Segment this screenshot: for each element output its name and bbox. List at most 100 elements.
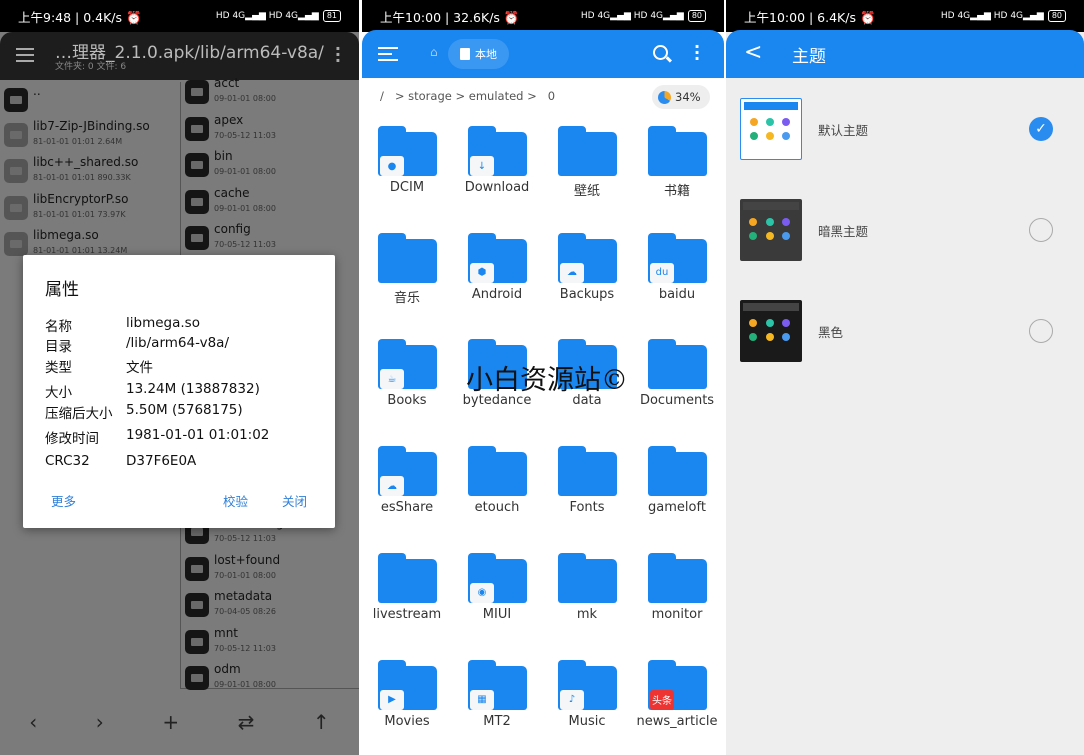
theme-option[interactable]: 黑色 xyxy=(726,292,1084,372)
list-item[interactable]: apex 70-05-12 11:03 xyxy=(181,111,359,147)
menu-icon[interactable] xyxy=(16,48,34,62)
menu-icon[interactable] xyxy=(378,47,398,61)
folder-item[interactable]: monitor xyxy=(632,551,722,651)
folder-item[interactable]: ⬢ Android xyxy=(452,231,542,331)
list-item[interactable]: lost+found 70-01-01 08:00 xyxy=(181,551,359,587)
list-item[interactable]: config 70-05-12 11:03 xyxy=(181,220,359,256)
item-meta: 70-04-05 08:26 xyxy=(214,607,276,617)
folder-item[interactable]: livestream xyxy=(362,551,452,651)
folder-body xyxy=(378,558,437,603)
bottom-nav: ‹ › + ⇄ ↑ xyxy=(0,689,359,755)
pie-icon xyxy=(658,90,671,104)
folder-item[interactable]: du baidu xyxy=(632,231,722,331)
folder-item[interactable]: Documents xyxy=(632,337,722,437)
breadcrumb[interactable]: / > storage > emulated > 0 xyxy=(380,89,555,103)
property-label: 类型 xyxy=(45,360,72,376)
theme-preview xyxy=(740,199,802,261)
storage-usage-badge[interactable]: 34% xyxy=(652,85,710,109)
folder-item[interactable]: ☁ esShare xyxy=(362,444,452,544)
item-name: bin xyxy=(214,149,233,164)
item-meta: 70-01-01 08:00 xyxy=(214,570,276,580)
folder-item[interactable]: ▦ MT2 xyxy=(452,658,542,755)
item-name: metadata xyxy=(214,589,273,604)
list-item[interactable]: mnt 70-05-12 11:03 xyxy=(181,624,359,660)
archive-viewer-panel: 上午9:48 | 0.4K/s ⏰ HD 4G▂▄▆ HD 4G▂▄▆ 81 …理… xyxy=(0,0,359,755)
folder-body xyxy=(648,132,707,176)
search-icon[interactable] xyxy=(653,45,668,60)
folder-icon xyxy=(468,446,527,497)
more-icon[interactable]: · · · xyxy=(335,41,341,69)
list-item[interactable]: metadata 70-04-05 08:26 xyxy=(181,587,359,623)
folder-item[interactable]: ♪ Music xyxy=(542,658,632,755)
folder-body xyxy=(648,345,707,390)
folder-item[interactable]: ↓ Download xyxy=(452,124,542,224)
folder-item[interactable]: 头条 news_article xyxy=(632,658,722,755)
folder-item[interactable]: ☕ Books xyxy=(362,337,452,437)
check-icon[interactable]: ✓ xyxy=(1029,117,1053,141)
local-storage-tab[interactable]: 本地 xyxy=(448,39,509,69)
toolbar: …理器_2.1.0.apk/lib/arm64-v8a/ 文件夹: 0 文件: … xyxy=(0,32,359,80)
list-item[interactable]: acct 09-01-01 08:00 xyxy=(181,74,359,110)
folder-item[interactable]: ◉ MIUI xyxy=(452,551,542,651)
folder-badge-icon: ▦ xyxy=(470,689,494,710)
folder-icon xyxy=(648,339,707,390)
folder-item[interactable]: ▶ Movies xyxy=(362,658,452,755)
folder-item[interactable]: ☁ Backups xyxy=(542,231,632,331)
list-item[interactable]: libc++_shared.so 81-01-01 01:01 890.33K xyxy=(0,153,179,189)
forward-icon[interactable]: › xyxy=(96,710,104,734)
folder-item[interactable]: etouch xyxy=(452,444,542,544)
more-button[interactable]: 更多 xyxy=(51,491,76,510)
folder-name: baidu xyxy=(658,286,696,302)
folder-item[interactable]: 音乐 xyxy=(362,231,452,331)
home-icon[interactable]: ⌂ xyxy=(430,45,438,59)
property-value: D37F6E0A xyxy=(126,453,197,469)
radio-icon[interactable] xyxy=(1029,319,1053,343)
radio-icon[interactable] xyxy=(1029,218,1053,242)
status-time: 上午10:00 | 32.6K/s ⏰ xyxy=(380,9,520,25)
preview-bar xyxy=(743,202,799,210)
folder-body xyxy=(558,132,617,176)
folder-icon: ▶ xyxy=(378,659,437,710)
property-label: 压缩后大小 xyxy=(45,406,113,422)
back-icon[interactable]: ‹ xyxy=(29,710,37,734)
folder-badge-icon: ▶ xyxy=(380,689,404,710)
add-icon[interactable]: + xyxy=(162,710,179,734)
folder-icon: ↓ xyxy=(468,126,527,176)
item-name: mnt xyxy=(214,625,238,640)
item-name: libmega.so xyxy=(33,228,99,242)
folder-icon xyxy=(185,153,209,178)
back-icon[interactable]: < xyxy=(744,40,762,65)
folder-icon xyxy=(185,80,209,104)
folder-item[interactable]: Fonts xyxy=(542,444,632,544)
more-icon[interactable]: · · · xyxy=(694,39,700,67)
signal-icons: HD 4G▂▄▆ HD 4G▂▄▆ 80 xyxy=(581,10,706,22)
item-meta: 81-01-01 01:01 890.33K xyxy=(33,173,131,182)
item-meta: 81-01-01 01:01 2.64M xyxy=(33,137,123,146)
folder-item[interactable]: gameloft xyxy=(632,444,722,544)
property-value: libmega.so xyxy=(126,315,200,331)
folder-body xyxy=(648,558,707,603)
property-row: 目录/lib/arm64-v8a/ xyxy=(45,335,229,355)
item-name: libEncryptorP.so xyxy=(33,192,129,206)
folder-icon xyxy=(185,593,209,618)
list-item[interactable]: .. xyxy=(0,82,179,118)
file-icon xyxy=(4,123,28,147)
verify-button[interactable]: 校验 xyxy=(223,491,248,510)
theme-option[interactable]: 默认主题 ✓ xyxy=(726,90,1084,170)
folder-item[interactable]: mk xyxy=(542,551,632,651)
folder-item[interactable]: 书籍 xyxy=(632,124,722,224)
list-item[interactable]: bin 09-01-01 08:00 xyxy=(181,147,359,183)
item-meta: 09-01-01 08:00 xyxy=(214,94,276,103)
folder-badge-icon: ☕ xyxy=(380,369,404,390)
folder-item[interactable]: 壁纸 xyxy=(542,124,632,224)
folder-icon xyxy=(378,232,437,283)
status-bar: 上午10:00 | 32.6K/s ⏰ HD 4G▂▄▆ HD 4G▂▄▆ 80 xyxy=(362,0,724,32)
swap-icon[interactable]: ⇄ xyxy=(238,710,255,734)
list-item[interactable]: cache 09-01-01 08:00 xyxy=(181,184,359,220)
folder-item[interactable]: ● DCIM xyxy=(362,124,452,224)
up-icon[interactable]: ↑ xyxy=(313,710,330,734)
close-button[interactable]: 关闭 xyxy=(282,491,307,510)
theme-option[interactable]: 暗黑主题 xyxy=(726,191,1084,271)
list-item[interactable]: lib7-Zip-JBinding.so 81-01-01 01:01 2.64M xyxy=(0,117,179,153)
list-item[interactable]: libEncryptorP.so 81-01-01 01:01 73.97K xyxy=(0,190,179,226)
